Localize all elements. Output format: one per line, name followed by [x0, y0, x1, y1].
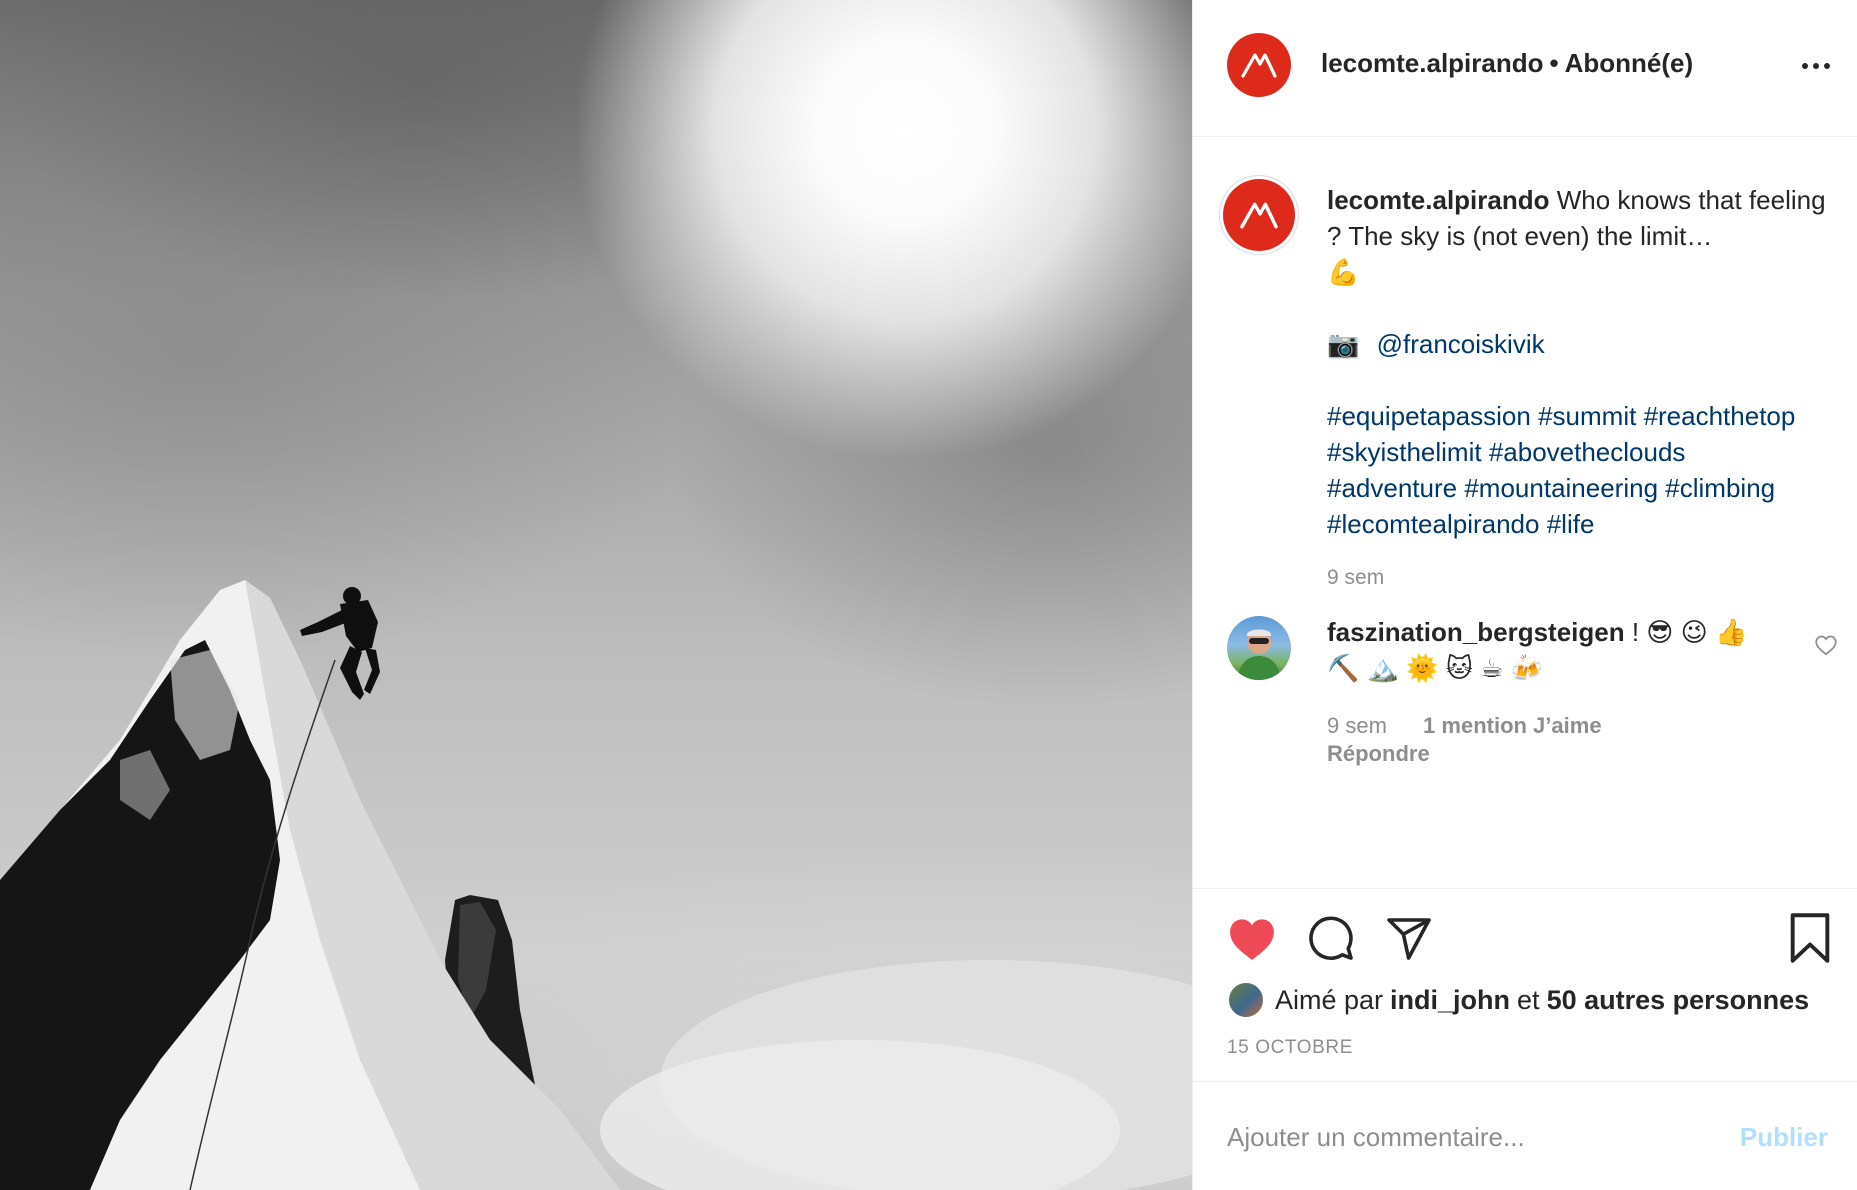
liker-username[interactable]: indi_john	[1390, 985, 1510, 1016]
publish-button[interactable]: Publier	[1740, 1122, 1828, 1153]
comment-body: faszination_bergsteigen ! 😎 😉 👍 ⛏️ 🏔️ 🌞 …	[1327, 614, 1767, 686]
likes-connector: et	[1517, 984, 1540, 1015]
reply-button[interactable]: Répondre	[1327, 741, 1430, 767]
header-username[interactable]: lecomte.alpirando	[1321, 48, 1544, 78]
follow-status-button[interactable]: Abonné(e)	[1565, 48, 1694, 78]
mountain-climber-illustration	[0, 580, 1192, 1190]
likes-summary: Aimé par indi_john et 50 autres personne…	[1227, 980, 1809, 1020]
mention-link[interactable]: @francoiskivik	[1377, 329, 1545, 359]
hashtag-link[interactable]: #life	[1547, 509, 1595, 539]
mountain-logo-icon	[1240, 202, 1278, 229]
hashtag-line: #skyisthelimit #abovetheclouds	[1327, 434, 1847, 470]
share-icon[interactable]	[1385, 914, 1433, 962]
hashtag-link[interactable]: #climbing	[1665, 473, 1775, 503]
caption-main: lecomte.alpirando Who knows that feeling…	[1327, 182, 1847, 254]
comment-heart-icon[interactable]	[1813, 632, 1839, 658]
caption-emoji: 💪	[1327, 257, 1360, 287]
comment-text-1: ! 😎 😉 👍	[1631, 617, 1748, 647]
commenter-avatar[interactable]	[1227, 616, 1291, 680]
heart-icon[interactable]	[1227, 916, 1277, 962]
post-header: lecomte.alpirando • Abonné(e)	[1193, 0, 1857, 137]
comment-time[interactable]: 9 sem	[1327, 713, 1387, 738]
hashtag-line: #lecomtealpirando #life	[1327, 506, 1847, 542]
caption-username[interactable]: lecomte.alpirando	[1327, 185, 1550, 215]
hashtag-link[interactable]: #mountaineering	[1464, 473, 1658, 503]
comment-icon[interactable]	[1307, 914, 1355, 962]
hashtag-line: #adventure #mountaineering #climbing	[1327, 470, 1847, 506]
comment-input[interactable]: Ajouter un commentaire...	[1227, 1122, 1525, 1153]
comment-likes-count[interactable]: 1 mention J’aime	[1423, 713, 1602, 738]
hashtag-link[interactable]: #equipetapassion	[1327, 401, 1531, 431]
more-dot	[1802, 63, 1808, 69]
more-options-icon[interactable]	[1798, 48, 1834, 84]
add-comment-bar: Ajouter un commentaire... Publier	[1193, 1081, 1857, 1190]
comment-username[interactable]: faszination_bergsteigen	[1327, 617, 1625, 647]
hashtag-line: #equipetapassion #summit #reachthetop	[1327, 398, 1847, 434]
camera-emoji: 📷	[1327, 329, 1360, 359]
header-separator: •	[1549, 48, 1559, 78]
action-bar	[1193, 888, 1857, 889]
instagram-post-page: lecomte.alpirando • Abonné(e) lecomte.alpi…	[0, 0, 1857, 1190]
hashtag-link[interactable]: #adventure	[1327, 473, 1457, 503]
person-avatar-icon	[1237, 629, 1281, 680]
hashtag-link[interactable]: #reachthetop	[1644, 401, 1796, 431]
comment-meta: 9 sem 1 mention J’aime	[1327, 713, 1602, 739]
mountain-logo-icon	[1241, 53, 1277, 78]
profile-avatar[interactable]	[1227, 33, 1291, 97]
bookmark-icon[interactable]	[1787, 912, 1833, 964]
hashtag-list: #equipetapassion #summit #reachthetop #s…	[1327, 398, 1847, 542]
post-date[interactable]: 15 OCTOBRE	[1227, 1037, 1353, 1059]
hashtag-link[interactable]: #skyisthelimit	[1327, 437, 1482, 467]
more-dot	[1824, 63, 1830, 69]
caption-avatar[interactable]	[1223, 179, 1295, 251]
caption-time[interactable]: 9 sem	[1327, 560, 1847, 596]
hashtag-link[interactable]: #lecomtealpirando	[1327, 509, 1539, 539]
comment-text-2: ⛏️ 🏔️ 🌞 🐱 ☕ 🍻	[1327, 653, 1544, 683]
liker-avatar[interactable]	[1227, 981, 1265, 1019]
post-caption: lecomte.alpirando Who knows that feeling…	[1327, 182, 1847, 596]
caption-credit: 📷 @francoiskivik	[1327, 326, 1847, 362]
header-user-line: lecomte.alpirando • Abonné(e)	[1321, 48, 1693, 79]
more-dot	[1813, 63, 1819, 69]
likes-prefix: Aimé par	[1275, 984, 1384, 1015]
comment-line: faszination_bergsteigen ! 😎 😉 👍	[1327, 614, 1767, 650]
post-details-panel: lecomte.alpirando • Abonné(e) lecomte.alpi…	[1192, 0, 1857, 1190]
hashtag-link[interactable]: #abovetheclouds	[1489, 437, 1686, 467]
likes-others-link[interactable]: 50 autres personnes	[1547, 985, 1810, 1016]
post-photo[interactable]	[0, 0, 1192, 1190]
hashtag-link[interactable]: #summit	[1538, 401, 1636, 431]
